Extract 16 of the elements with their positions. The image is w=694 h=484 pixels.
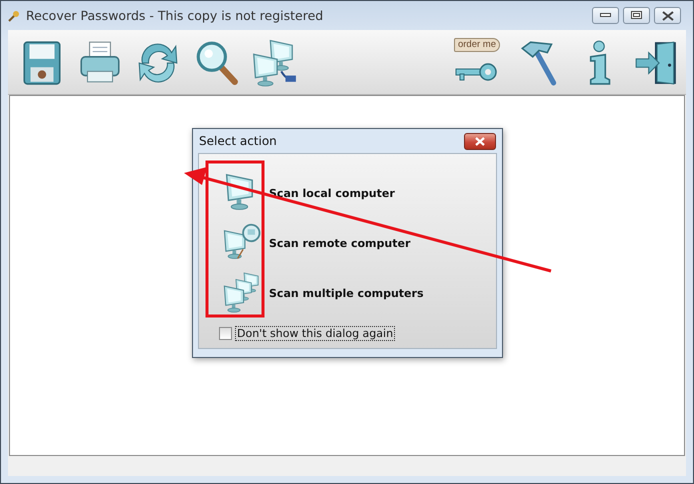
maximize-button[interactable] xyxy=(623,7,650,24)
close-button[interactable] xyxy=(654,7,681,24)
close-button[interactable] xyxy=(464,132,496,150)
dialog-title: Select action xyxy=(199,134,277,148)
app-icon xyxy=(7,8,21,22)
window-title: Recover Passwords - This copy is not registered xyxy=(26,8,324,23)
scan-option[interactable]: Scan multiple computers xyxy=(269,286,424,300)
maximize-icon xyxy=(631,11,642,20)
minimize-button[interactable] xyxy=(592,7,619,24)
minimize-icon xyxy=(600,13,611,18)
order-button[interactable]: order me xyxy=(450,36,506,88)
close-icon xyxy=(475,136,485,146)
close-icon xyxy=(662,10,674,20)
scan-option[interactable]: Scan remote computer xyxy=(269,236,410,250)
checkbox[interactable] xyxy=(219,327,232,340)
checkbox-label[interactable]: Don't show this dialog again xyxy=(235,326,396,341)
